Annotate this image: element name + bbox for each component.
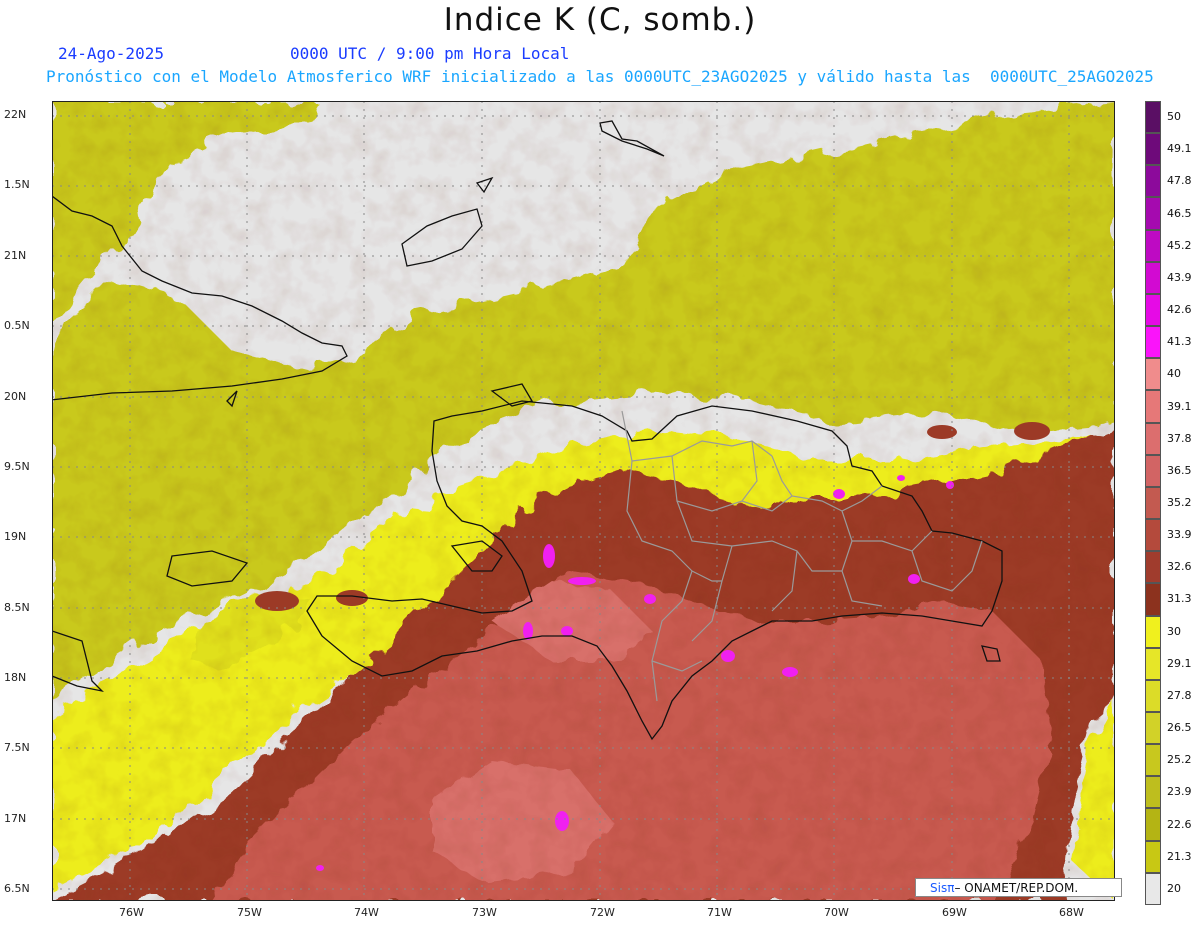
high-k-patch xyxy=(927,425,957,439)
colorbar-label: 47.8 xyxy=(1167,174,1192,188)
credit-text: – ONAMET/REP.DOM. xyxy=(954,880,1079,895)
colorbar-label: 37.8 xyxy=(1167,431,1192,445)
colorbar-swatch xyxy=(1145,326,1161,359)
map-title: Indice K (C, somb.) xyxy=(443,2,757,38)
lat-label: 18N xyxy=(4,671,27,684)
colorbar-swatch xyxy=(1145,229,1161,262)
lon-label: 68W xyxy=(1059,906,1084,919)
credit-logo: Sisπ xyxy=(930,880,955,895)
lon-label: 76W xyxy=(119,906,144,919)
colorbar-swatch xyxy=(1145,776,1161,809)
extreme-k-spot xyxy=(543,544,555,568)
lat-label: 21N xyxy=(4,249,27,262)
extreme-k-spot xyxy=(316,865,324,871)
extreme-k-spot xyxy=(568,577,596,585)
colorbar-swatch xyxy=(1145,615,1161,648)
extreme-k-spot xyxy=(946,481,954,489)
colorbar-swatch xyxy=(1145,808,1161,841)
colorbar-label: 43.9 xyxy=(1167,270,1192,284)
colorbar-swatch xyxy=(1145,551,1161,584)
extreme-k-spot xyxy=(561,626,573,636)
colorbar-swatch xyxy=(1145,744,1161,777)
colorbar-label: 50 xyxy=(1167,110,1181,124)
colorbar-label: 30 xyxy=(1167,624,1181,638)
lat-label: 9.5N xyxy=(4,460,30,473)
colorbar-swatch xyxy=(1145,358,1161,391)
colorbar-label: 36.5 xyxy=(1167,463,1192,477)
colorbar-swatch xyxy=(1145,165,1161,198)
lon-label: 73W xyxy=(472,906,497,919)
colorbar-swatch xyxy=(1145,679,1161,712)
colorbar-swatch xyxy=(1145,454,1161,487)
forecast-time: 0000 UTC / 9:00 pm Hora Local xyxy=(290,44,570,63)
colorbar-label: 35.2 xyxy=(1167,496,1192,509)
lon-label: 72W xyxy=(590,906,615,919)
extreme-k-spot xyxy=(721,650,735,662)
colorbar-swatch xyxy=(1145,872,1161,905)
map-area xyxy=(52,101,1115,901)
colorbar-label: 46.5 xyxy=(1167,206,1192,220)
lon-label: 71W xyxy=(707,906,732,919)
lat-label: 20N xyxy=(4,390,27,403)
extreme-k-spot xyxy=(833,489,845,499)
colorbar-label: 26.5 xyxy=(1167,721,1192,735)
colorbar-swatch xyxy=(1145,422,1161,455)
lon-label: 75W xyxy=(237,906,262,919)
extreme-k-spot xyxy=(782,667,798,677)
colorbar-label: 29.1 xyxy=(1167,656,1192,670)
lon-label: 74W xyxy=(354,906,379,919)
colorbar-swatch xyxy=(1145,711,1161,745)
colorbar-swatch xyxy=(1145,390,1161,423)
colorbar-swatch xyxy=(1145,583,1161,616)
lat-label: 7.5N xyxy=(4,741,30,754)
extreme-k-spot xyxy=(555,811,569,831)
colorbar-swatch xyxy=(1145,133,1161,166)
colorbar-label: 23.9 xyxy=(1167,785,1192,799)
colorbar-label: 21.3 xyxy=(1167,849,1192,863)
lat-label: 22N xyxy=(4,108,27,121)
forecast-date: 24-Ago-2025 xyxy=(58,44,164,63)
colorbar-label: 25.2 xyxy=(1167,753,1192,767)
colorbar-label: 40 xyxy=(1167,367,1181,381)
credit-box: Sisπ – ONAMET/REP.DOM. xyxy=(915,878,1122,897)
model-description: Pronóstico con el Modelo Atmosferico WRF… xyxy=(46,67,1154,86)
colorbar-swatch xyxy=(1145,519,1161,552)
lat-label: 19N xyxy=(4,530,27,543)
colorbar-swatch xyxy=(1145,261,1161,294)
colorbar-label: 27.8 xyxy=(1167,688,1192,702)
lat-label: 8.5N xyxy=(4,601,30,614)
lon-label: 70W xyxy=(824,906,849,919)
colorbar-swatch xyxy=(1145,647,1161,680)
extreme-k-spot xyxy=(908,574,920,584)
colorbar-swatch xyxy=(1145,486,1161,520)
colorbar-label: 39.1 xyxy=(1167,399,1192,413)
colorbar-label: 49.1 xyxy=(1167,142,1192,156)
colorbar xyxy=(1145,101,1161,905)
high-k-patch xyxy=(1014,422,1050,440)
lat-label: 17N xyxy=(4,812,27,825)
colorbar-label: 41.3 xyxy=(1167,335,1192,349)
colorbar-label: 31.3 xyxy=(1167,592,1192,606)
colorbar-swatch xyxy=(1145,293,1161,327)
extreme-k-spot xyxy=(644,594,656,604)
colorbar-label: 32.6 xyxy=(1167,560,1192,574)
extreme-k-spot xyxy=(897,475,905,481)
colorbar-label: 33.9 xyxy=(1167,528,1192,542)
colorbar-label: 20 xyxy=(1167,881,1181,895)
colorbar-label: 45.2 xyxy=(1167,238,1192,252)
colorbar-label: 42.6 xyxy=(1167,303,1192,317)
colorbar-label: 22.6 xyxy=(1167,817,1192,831)
lon-label: 69W xyxy=(942,906,967,919)
lat-label: 0.5N xyxy=(4,319,30,332)
lat-label: 1.5N xyxy=(4,178,30,191)
colorbar-swatch xyxy=(1145,101,1161,134)
colorbar-swatch xyxy=(1145,840,1161,873)
k-index-map xyxy=(52,101,1115,901)
lat-label: 6.5N xyxy=(4,882,30,895)
colorbar-swatch xyxy=(1145,197,1161,230)
